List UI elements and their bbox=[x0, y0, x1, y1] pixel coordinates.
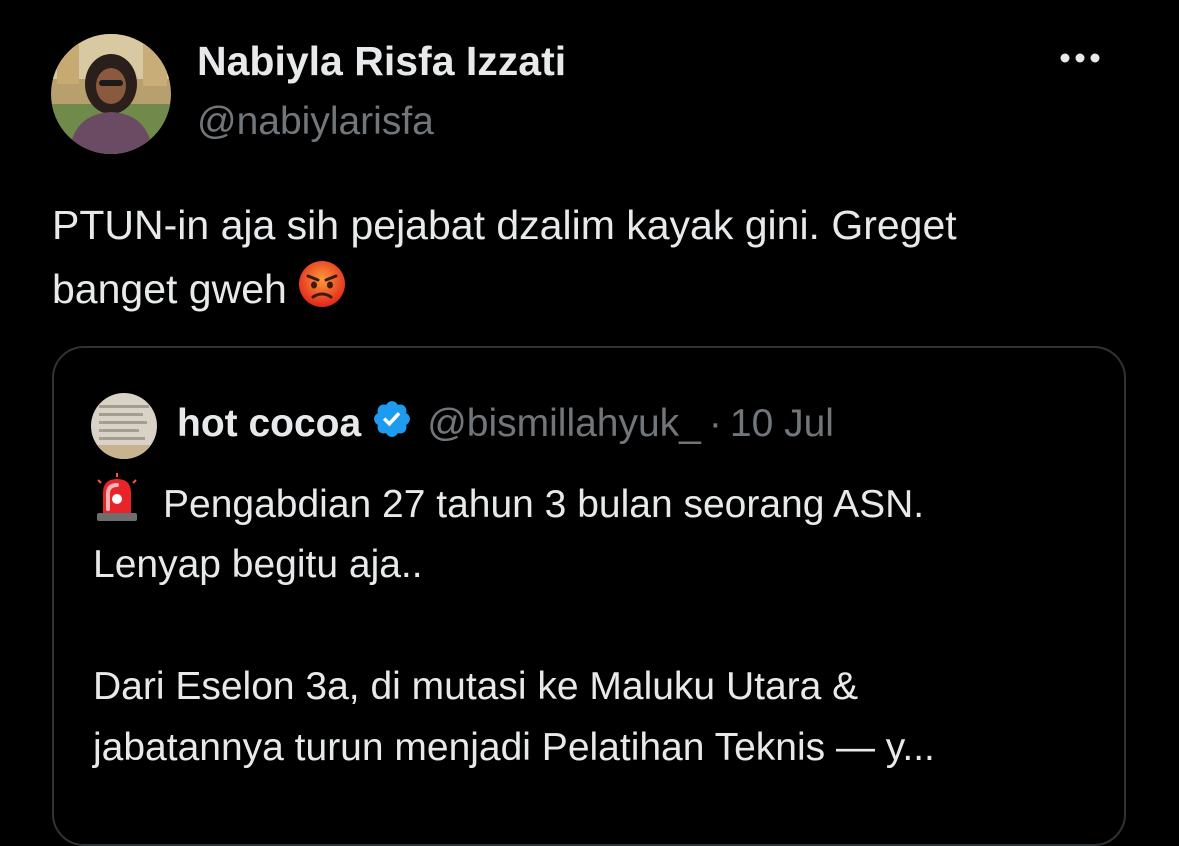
quoted-author-handle[interactable]: @bismillahyuk_ bbox=[427, 402, 701, 446]
tweet-text-line: PTUN-in aja sih pejabat dzalim kayak gin… bbox=[52, 202, 957, 248]
quoted-tweet-text: Pengabdian 27 tahun 3 bulan seorang ASN.… bbox=[93, 473, 1103, 778]
author-display-name[interactable]: Nabiyla Risfa Izzati bbox=[197, 38, 566, 85]
tweet-text-line: banget gweh bbox=[52, 266, 287, 312]
author-handle[interactable]: @nabiylarisfa bbox=[197, 100, 434, 144]
quoted-text-line bbox=[93, 595, 1103, 656]
quoted-text-line: Pengabdian 27 tahun 3 bulan seorang ASN. bbox=[163, 483, 925, 526]
quoted-tweet-timestamp[interactable]: 10 Jul bbox=[730, 402, 834, 446]
verified-badge-icon bbox=[371, 398, 413, 450]
quoted-tweet-header: hot cocoa @bismillahyuk_ · 10 Jul bbox=[177, 396, 834, 452]
police-car-light-emoji bbox=[93, 473, 141, 541]
angry-face-emoji bbox=[297, 259, 347, 327]
more-options-icon bbox=[1060, 53, 1100, 63]
separator-dot: · bbox=[708, 402, 722, 445]
author-avatar[interactable] bbox=[51, 34, 171, 154]
quoted-author-avatar[interactable] bbox=[91, 393, 157, 459]
quoted-text-line: Dari Eselon 3a, di mutasi ke Maluku Utar… bbox=[93, 665, 859, 708]
tweet-text-line-2: banget gweh bbox=[52, 257, 1132, 327]
tweet-text: PTUN-in aja sih pejabat dzalim kayak gin… bbox=[52, 193, 1132, 327]
quoted-text-line: Lenyap begitu aja.. bbox=[93, 543, 423, 586]
quoted-text-line-1: Pengabdian 27 tahun 3 bulan seorang ASN. bbox=[93, 473, 1103, 534]
quoted-author-display-name[interactable]: hot cocoa bbox=[177, 402, 361, 446]
quoted-text-line: jabatannya turun menjadi Pelatihan Tekni… bbox=[93, 726, 935, 769]
more-options-button[interactable] bbox=[1050, 36, 1110, 80]
quoted-tweet-card[interactable]: hot cocoa @bismillahyuk_ · 10 Jul Pengab… bbox=[52, 346, 1126, 846]
